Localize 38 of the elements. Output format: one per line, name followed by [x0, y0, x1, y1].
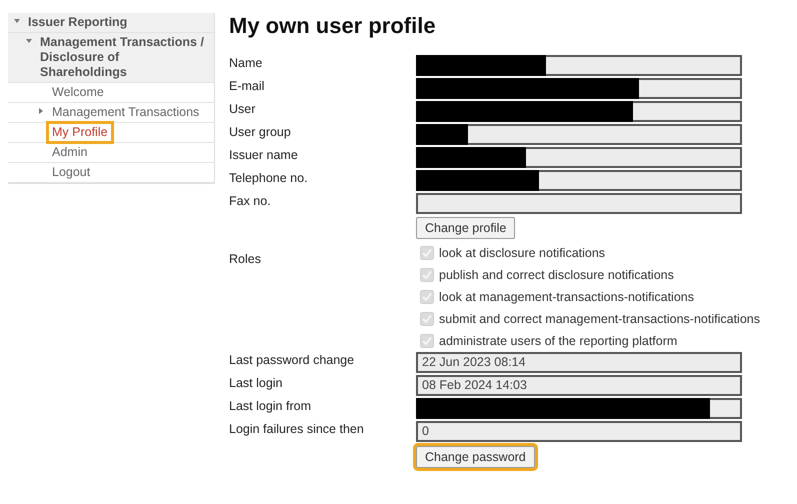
expand-caret-icon[interactable]: [26, 38, 32, 44]
field-label: Telephone no.: [229, 170, 309, 186]
collapse-caret-icon[interactable]: [38, 108, 44, 114]
field-label: Name: [229, 55, 264, 71]
field-label: Roles: [229, 251, 262, 267]
nav-item[interactable]: Admin: [46, 141, 94, 164]
checkbox-label: submit and correct management-transactions-notifications: [439, 312, 760, 326]
input-field[interactable]: [416, 193, 742, 214]
field-label: Issuer name: [229, 147, 299, 163]
checkbox-label: look at disclosure notifications: [439, 246, 606, 260]
page-title: My own user profile: [229, 13, 437, 39]
nav-item[interactable]: Management Transactions: [46, 101, 206, 124]
input-field[interactable]: 22 Jun 2023 08:14: [416, 352, 742, 373]
field-label: Login failures since then: [229, 421, 365, 437]
field-label: E-mail: [229, 78, 266, 94]
field-label: User: [229, 101, 256, 117]
input-field[interactable]: [416, 147, 742, 168]
change-button[interactable]: Change password: [416, 446, 535, 468]
nav-item[interactable]: Welcome: [46, 81, 110, 104]
input-field[interactable]: [416, 78, 742, 99]
nav-item[interactable]: Logout: [46, 161, 96, 184]
input-field[interactable]: [416, 101, 742, 122]
input-field[interactable]: [416, 55, 742, 76]
input-field[interactable]: 08 Feb 2024 14:03: [416, 375, 742, 396]
checkbox-label: administrate users of the reporting platform: [439, 334, 678, 348]
field-label: Last login from: [229, 398, 312, 414]
checkbox-label: look at management-transactions-notifications: [439, 290, 694, 304]
expand-caret-icon[interactable]: [14, 18, 20, 24]
field-label: Last login: [229, 375, 284, 391]
nav-item[interactable]: My Profile: [46, 121, 114, 144]
field-label: User group: [229, 124, 292, 140]
field-label: Last password change: [229, 352, 356, 368]
input-field[interactable]: 0: [416, 421, 742, 442]
checkbox-label: publish and correct disclosure notifications: [439, 268, 674, 282]
input-field[interactable]: [416, 170, 742, 191]
change-button[interactable]: Change profile: [416, 217, 516, 239]
field-label: Fax no.: [229, 193, 272, 209]
input-field[interactable]: [416, 124, 742, 145]
